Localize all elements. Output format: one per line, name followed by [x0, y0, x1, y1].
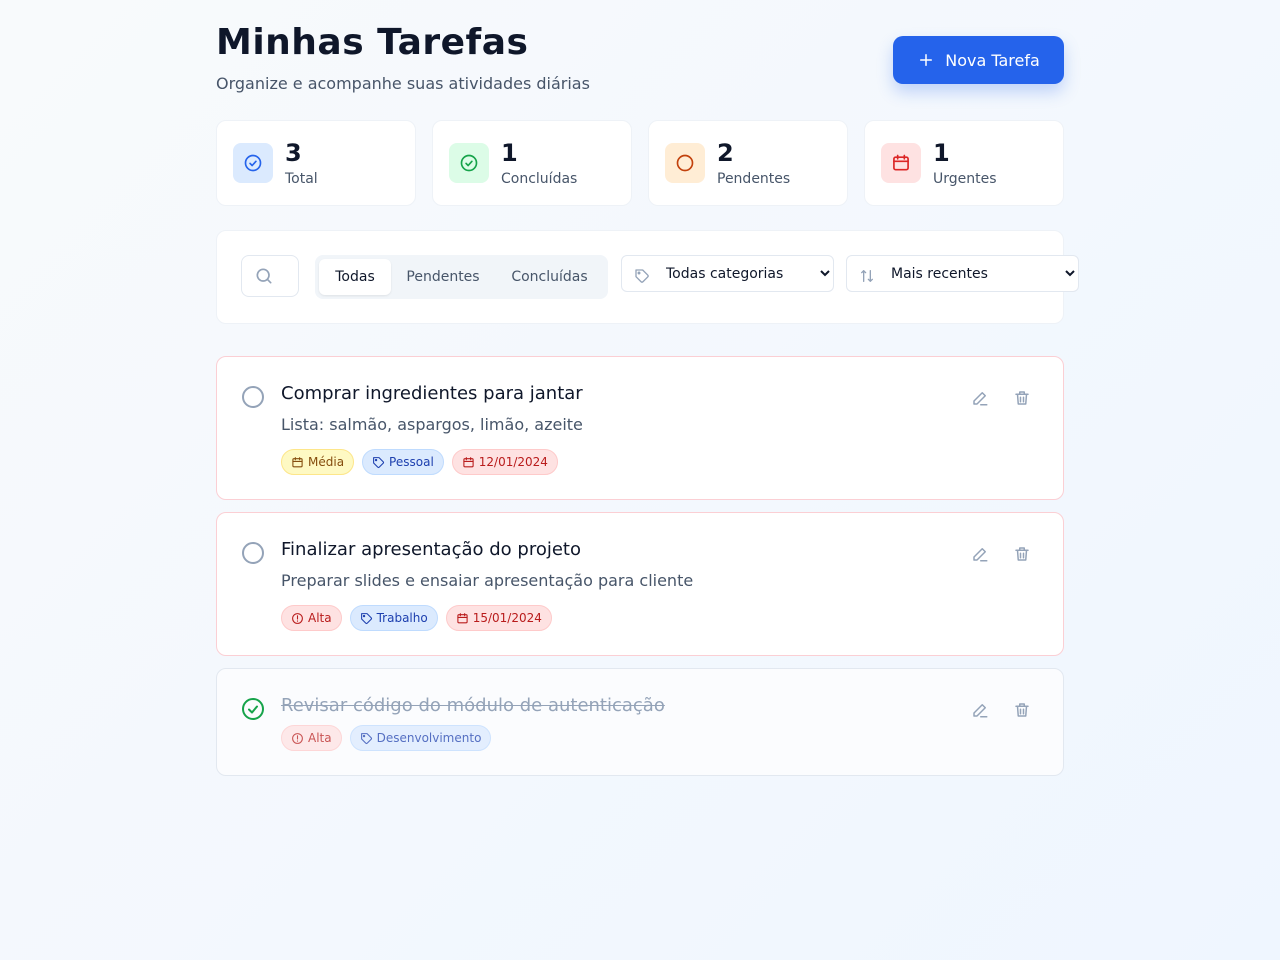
delete-button[interactable]	[1011, 387, 1033, 409]
category-label: Trabalho	[376, 611, 428, 625]
stat-label: Concluídas	[501, 171, 578, 187]
search-icon	[256, 268, 272, 284]
category-badge: Pessoal	[362, 449, 444, 475]
stat-icon-total	[233, 143, 273, 183]
stat-value: 3	[285, 139, 302, 167]
category-label: Pessoal	[389, 455, 434, 469]
stat-value: 2	[717, 139, 734, 167]
delete-button[interactable]	[1011, 699, 1033, 721]
category-select-wrap: Todas categorias	[621, 255, 834, 292]
priority-badge: Alta	[281, 605, 342, 631]
stat-card-total: 3 Total	[216, 120, 416, 206]
edit-button[interactable]	[969, 387, 991, 409]
edit-button[interactable]	[969, 699, 991, 721]
stat-label: Total	[285, 171, 318, 187]
stat-value: 1	[933, 139, 950, 167]
stat-card-urgent: 1 Urgentes	[864, 120, 1064, 206]
task-tags: Alta Desenvolvimento	[281, 725, 492, 751]
sort-select[interactable]: Mais recentes	[847, 256, 1078, 291]
task-card: Finalizar apresentação do projeto Prepar…	[216, 512, 1064, 656]
category-badge: Desenvolvimento	[349, 725, 492, 751]
filter-bar: Todas Pendentes Concluídas Todas categor…	[216, 230, 1079, 324]
tab-pendentes[interactable]: Pendentes	[391, 259, 495, 295]
pencil-icon	[973, 704, 988, 718]
task-card: Comprar ingredientes para jantar Lista: …	[216, 356, 1064, 500]
alert-circle-icon	[292, 612, 303, 624]
alert-circle-icon	[292, 732, 303, 744]
category-label: Desenvolvimento	[376, 731, 482, 745]
task-description: Preparar slides e ensaiar apresentação p…	[281, 571, 694, 590]
stat-icon-completed	[449, 143, 489, 183]
priority-badge: Média	[281, 449, 355, 475]
stat-label: Pendentes	[717, 171, 791, 187]
delete-button[interactable]	[1011, 543, 1033, 565]
pencil-icon	[973, 392, 988, 406]
priority-label: Alta	[308, 611, 332, 625]
stat-card-completed: 1 Concluídas	[432, 120, 632, 206]
search-input[interactable]	[274, 268, 284, 284]
tag-icon	[360, 732, 372, 744]
circle-checkbox-icon[interactable]	[241, 541, 265, 565]
tag-icon	[360, 612, 372, 624]
check-circle-icon	[244, 154, 262, 172]
trash-icon	[1015, 703, 1029, 717]
category-select[interactable]: Todas categorias	[622, 256, 833, 291]
tab-todas[interactable]: Todas	[319, 259, 391, 295]
new-task-button[interactable]: Nova Tarefa	[893, 36, 1064, 84]
app-container: Minhas Tarefas Organize e acompanhe suas…	[216, 0, 1079, 776]
circle-checkbox-icon[interactable]	[241, 385, 265, 409]
circle-icon	[676, 154, 694, 172]
page-subtitle: Organize e acompanhe suas atividades diá…	[216, 74, 590, 93]
calendar-icon	[292, 456, 303, 467]
task-tags: Alta Trabalho 15/01/2024	[281, 605, 552, 631]
due-date-badge: 12/01/2024	[451, 449, 558, 475]
stat-value: 1	[501, 139, 518, 167]
category-badge: Trabalho	[349, 605, 438, 631]
stats-row: 3 Total 1 Concluídas 2 Pendentes 1 Urgen…	[216, 120, 1064, 206]
edit-button[interactable]	[969, 543, 991, 565]
pencil-icon	[973, 548, 988, 562]
due-date-label: 12/01/2024	[478, 455, 548, 469]
stat-icon-urgent	[881, 143, 921, 183]
task-tags: Média Pessoal 12/01/2024	[281, 449, 558, 475]
priority-label: Média	[308, 455, 345, 469]
task-title: Revisar código do módulo de autenticação	[281, 695, 665, 716]
trash-icon	[1015, 391, 1029, 405]
check-circle-icon[interactable]	[241, 697, 265, 721]
task-card-completed: Revisar código do módulo de autenticação…	[216, 668, 1064, 776]
task-title: Comprar ingredientes para jantar	[281, 383, 583, 404]
tag-icon	[373, 456, 385, 468]
trash-icon	[1015, 547, 1029, 561]
priority-label: Alta	[308, 731, 332, 745]
priority-badge: Alta	[281, 725, 342, 751]
calendar-icon	[457, 612, 468, 623]
calendar-icon	[463, 456, 474, 467]
plus-icon	[920, 54, 933, 66]
tab-concluidas[interactable]: Concluídas	[495, 259, 604, 295]
page-header: Minhas Tarefas Organize e acompanhe suas…	[216, 0, 1064, 120]
status-filter-tabs: Todas Pendentes Concluídas	[315, 255, 608, 299]
sort-select-wrap: Mais recentes	[846, 255, 1079, 292]
due-date-badge: 15/01/2024	[445, 605, 552, 631]
calendar-icon	[893, 154, 909, 171]
task-description: Lista: salmão, aspargos, limão, azeite	[281, 415, 583, 434]
page-title: Minhas Tarefas	[216, 22, 529, 63]
check-circle-icon	[460, 154, 478, 172]
task-title: Finalizar apresentação do projeto	[281, 539, 581, 560]
stat-icon-pending	[665, 143, 705, 183]
search-box[interactable]	[241, 255, 299, 297]
new-task-label: Nova Tarefa	[945, 50, 1040, 70]
stat-label: Urgentes	[933, 171, 997, 187]
due-date-label: 15/01/2024	[472, 611, 542, 625]
stat-card-pending: 2 Pendentes	[648, 120, 848, 206]
